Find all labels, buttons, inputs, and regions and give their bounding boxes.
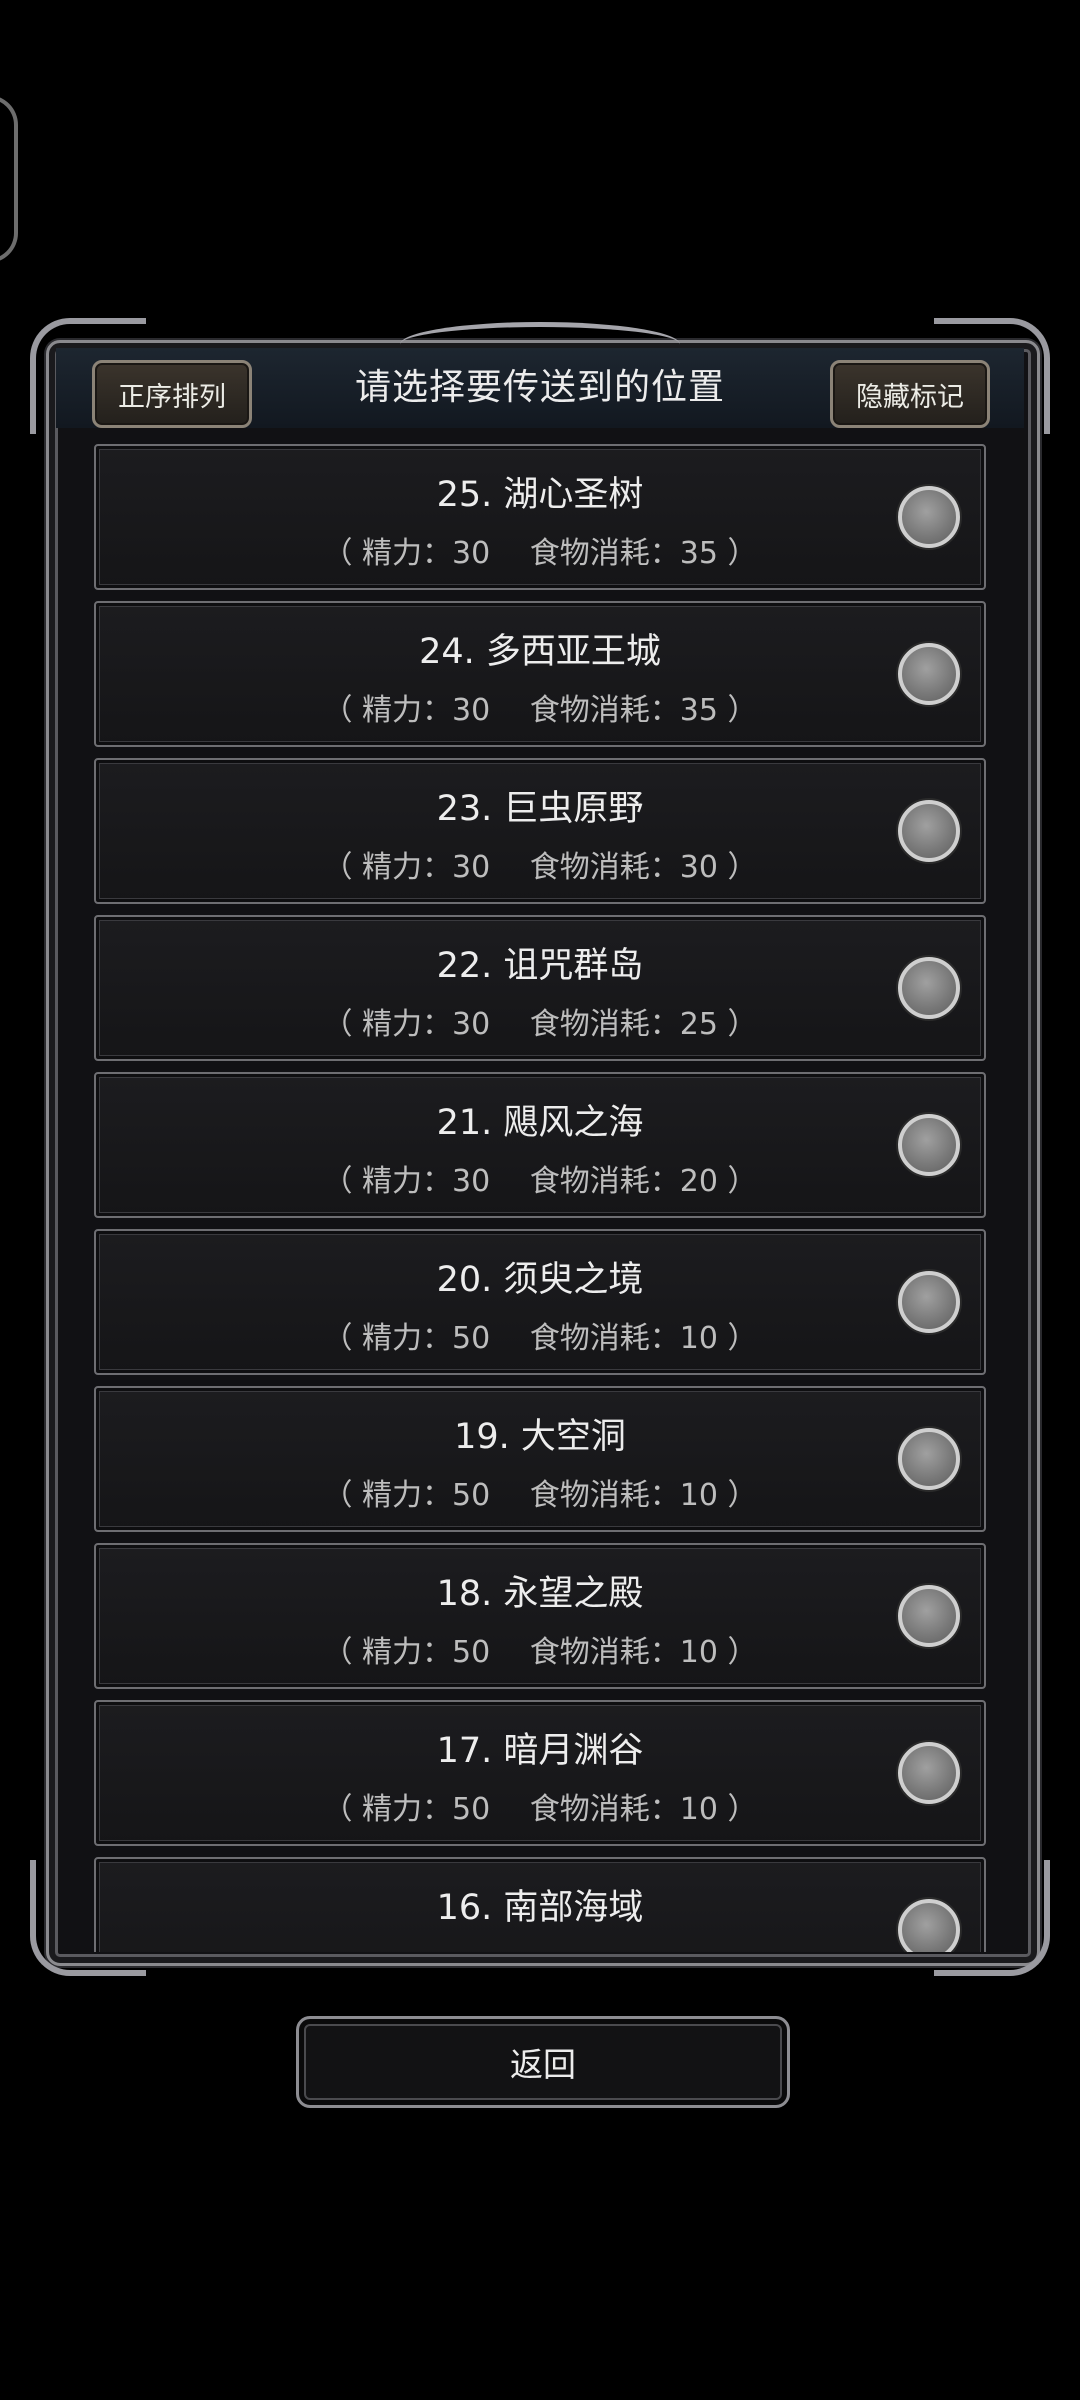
location-cost: （ 精力：50 食物消耗：10 ）: [322, 1635, 758, 1670]
location-cost: （ 精力：30 食物消耗：35 ）: [322, 536, 758, 571]
location-cost: （ 精力：50 食物消耗：10 ）: [322, 1321, 758, 1356]
sort-order-button[interactable]: 正序排列: [92, 360, 252, 428]
location-cost: （ 精力：30 食物消耗：35 ）: [322, 693, 758, 728]
hide-marks-button[interactable]: 隐藏标记: [830, 360, 990, 428]
location-item[interactable]: 16. 南部海域: [94, 1857, 986, 1952]
location-name: 16. 南部海域: [436, 1888, 644, 1928]
select-radio-icon[interactable]: [898, 800, 960, 862]
location-name: 20. 须臾之境: [436, 1260, 644, 1300]
location-name: 25. 湖心圣树: [436, 475, 644, 515]
location-item[interactable]: 22. 诅咒群岛 （ 精力：30 食物消耗：25 ）: [94, 915, 986, 1061]
location-item[interactable]: 25. 湖心圣树 （ 精力：30 食物消耗：35 ）: [94, 444, 986, 590]
location-item[interactable]: 24. 多西亚王城 （ 精力：30 食物消耗：35 ）: [94, 601, 986, 747]
location-name: 17. 暗月渊谷: [436, 1731, 644, 1771]
location-name: 24. 多西亚王城: [419, 632, 661, 672]
location-name: 18. 永望之殿: [436, 1574, 644, 1614]
select-radio-icon[interactable]: [898, 486, 960, 548]
location-name: 23. 巨虫原野: [436, 789, 644, 829]
location-cost: （ 精力：30 食物消耗：20 ）: [322, 1164, 758, 1199]
select-radio-icon[interactable]: [898, 1585, 960, 1647]
select-radio-icon[interactable]: [898, 643, 960, 705]
location-item[interactable]: 18. 永望之殿 （ 精力：50 食物消耗：10 ）: [94, 1543, 986, 1689]
select-radio-icon[interactable]: [898, 1271, 960, 1333]
location-item[interactable]: 21. 飓风之海 （ 精力：30 食物消耗：20 ）: [94, 1072, 986, 1218]
location-cost: （ 精力：30 食物消耗：30 ）: [322, 850, 758, 885]
back-button[interactable]: 返回: [296, 2016, 790, 2108]
side-edge-tab: [0, 95, 18, 263]
location-list[interactable]: 25. 湖心圣树 （ 精力：30 食物消耗：35 ） 24. 多西亚王城 （ 精…: [92, 440, 988, 1952]
location-cost: （ 精力：50 食物消耗：10 ）: [322, 1792, 758, 1827]
select-radio-icon[interactable]: [898, 1899, 960, 1952]
location-name: 22. 诅咒群岛: [436, 946, 644, 986]
location-item[interactable]: 23. 巨虫原野 （ 精力：30 食物消耗：30 ）: [94, 758, 986, 904]
location-item[interactable]: 17. 暗月渊谷 （ 精力：50 食物消耗：10 ）: [94, 1700, 986, 1846]
select-radio-icon[interactable]: [898, 1114, 960, 1176]
location-item[interactable]: 19. 大空洞 （ 精力：50 食物消耗：10 ）: [94, 1386, 986, 1532]
location-cost: （ 精力：30 食物消耗：25 ）: [322, 1007, 758, 1042]
location-name: 19. 大空洞: [454, 1417, 626, 1457]
location-cost: （ 精力：50 食物消耗：10 ）: [322, 1478, 758, 1513]
select-radio-icon[interactable]: [898, 1428, 960, 1490]
location-item[interactable]: 20. 须臾之境 （ 精力：50 食物消耗：10 ）: [94, 1229, 986, 1375]
select-radio-icon[interactable]: [898, 1742, 960, 1804]
location-name: 21. 飓风之海: [436, 1103, 644, 1143]
select-radio-icon[interactable]: [898, 957, 960, 1019]
